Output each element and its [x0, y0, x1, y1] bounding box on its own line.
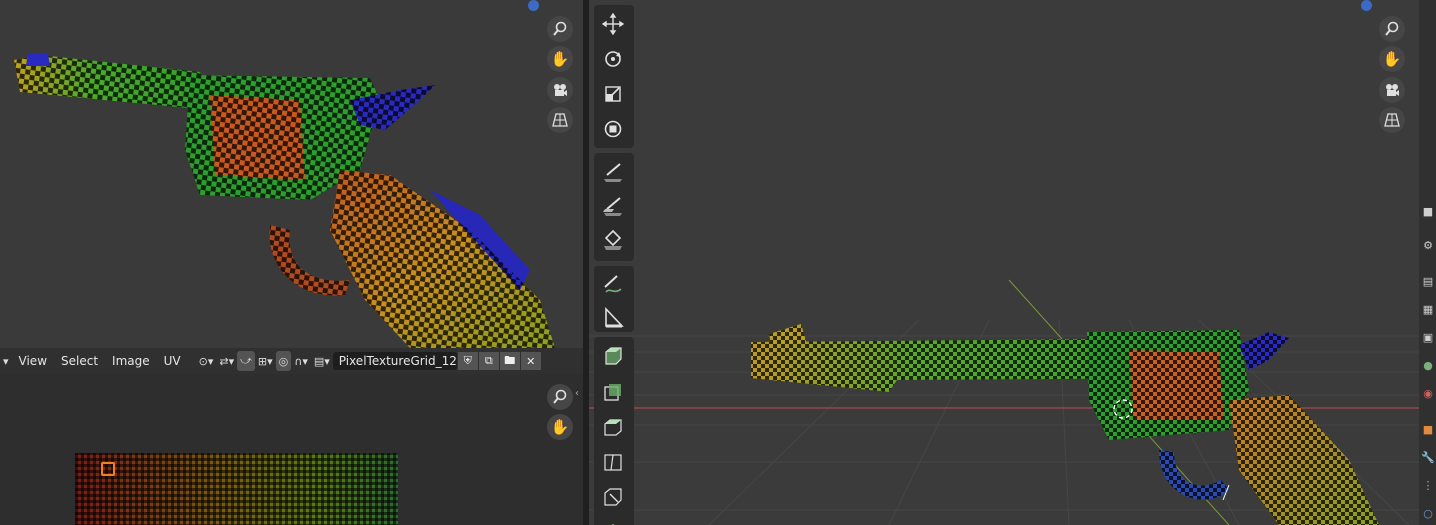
- snap-icon[interactable]: ⤻: [237, 351, 255, 371]
- pivot-point-icon[interactable]: ⊙▾: [196, 351, 217, 371]
- particles-tab-icon[interactable]: ⋮: [1421, 478, 1435, 492]
- uv-hand-icon[interactable]: ✋: [547, 414, 573, 440]
- uv-editor-header: ▾ View Select Image UV ⊙▾ ⇄▾ ⤻ ⊞▾ ◎ ∩▾ ▤…: [0, 348, 583, 374]
- physics-tab-icon[interactable]: ○: [1421, 506, 1435, 520]
- scale-tool-icon[interactable]: [594, 79, 632, 109]
- measure-tool-icon[interactable]: [594, 303, 632, 333]
- menu-view[interactable]: View: [12, 354, 54, 368]
- view-layer-tab-icon[interactable]: ▦: [1421, 302, 1435, 316]
- tool-tab-icon[interactable]: ■: [1421, 204, 1435, 218]
- loop-cut-tool-icon[interactable]: [594, 447, 632, 477]
- uv-sync-icon[interactable]: ⇄▾: [216, 351, 237, 371]
- revolver-model-left: [14, 54, 555, 348]
- scene-tab-icon[interactable]: ▣: [1421, 330, 1435, 344]
- hand-icon[interactable]: ✋: [547, 46, 573, 72]
- modifier-tab-icon[interactable]: ■: [1421, 422, 1435, 436]
- menu-uv[interactable]: UV: [157, 354, 188, 368]
- menu-select[interactable]: Select: [54, 354, 105, 368]
- grid-icon[interactable]: [547, 107, 573, 133]
- proportional-editing-icon[interactable]: ◎: [275, 351, 292, 371]
- annotate-eraser-tool-icon[interactable]: [594, 269, 632, 299]
- axis-dot-icon[interactable]: [1361, 0, 1372, 11]
- editor-type-dropdown-icon[interactable]: ▾: [0, 351, 12, 371]
- output-tab-icon[interactable]: ▤: [1421, 274, 1435, 288]
- image-browse-icon[interactable]: ▤▾: [311, 351, 333, 371]
- hand-icon[interactable]: ✋: [1379, 46, 1405, 72]
- annotate-polygon-tool-icon[interactable]: [594, 225, 632, 255]
- zoom-icon[interactable]: [1379, 16, 1405, 42]
- revolver-model-right: [751, 324, 1379, 525]
- uv-cursor-icon[interactable]: [101, 462, 115, 476]
- wrench-tab-icon[interactable]: 🔧: [1421, 450, 1435, 464]
- new-image-icon[interactable]: ⧉: [478, 352, 499, 370]
- properties-tab-strip: ■ ⚙ ▤ ▦ ▣ ● ◉ ■ 🔧 ⋮ ○: [1419, 0, 1436, 525]
- sidebar-toggle-chevron-icon[interactable]: ‹: [575, 388, 579, 399]
- add-cube-tool-icon[interactable]: [594, 341, 632, 371]
- transform-tool-icon[interactable]: [594, 114, 632, 144]
- uv-editor[interactable]: ▾ View Select Image UV ⊙▾ ⇄▾ ⤻ ⊞▾ ◎ ∩▾ ▤…: [0, 348, 583, 525]
- axis-dot-icon[interactable]: [528, 0, 539, 11]
- texture-name-field[interactable]: PixelTextureGrid_12..: [332, 352, 457, 370]
- uv-zoom-icon[interactable]: [547, 384, 573, 410]
- knife-tool-icon[interactable]: [594, 482, 632, 512]
- right-3d-viewport[interactable]: ✋ ■ ⚙ ▤ ▦ ▣ ● ◉ ■ 🔧 ⋮ ○: [589, 0, 1436, 525]
- extrude-tool-icon[interactable]: [594, 377, 632, 407]
- zoom-icon[interactable]: [547, 16, 573, 42]
- render-tab-icon[interactable]: ⚙: [1421, 238, 1435, 252]
- annotate-tool-icon[interactable]: [594, 157, 632, 187]
- object-tab-icon[interactable]: ◉: [1421, 386, 1435, 400]
- annotate-line-tool-icon[interactable]: [594, 191, 632, 221]
- world-tab-icon[interactable]: ●: [1421, 358, 1435, 372]
- poly-build-tool-icon[interactable]: [594, 515, 632, 525]
- menu-image[interactable]: Image: [105, 354, 157, 368]
- inset-tool-icon[interactable]: [594, 412, 632, 442]
- snap-target-icon[interactable]: ⊞▾: [255, 351, 276, 371]
- camera-icon[interactable]: [547, 77, 573, 103]
- open-image-folder-icon[interactable]: 🖿: [499, 352, 520, 370]
- rotate-tool-icon[interactable]: [594, 44, 632, 74]
- uv-texture-image: [75, 453, 398, 525]
- move-tool-icon[interactable]: [594, 9, 632, 39]
- fake-user-shield-icon[interactable]: ⛨: [457, 352, 478, 370]
- camera-icon[interactable]: [1379, 77, 1405, 103]
- grid-icon[interactable]: [1379, 107, 1405, 133]
- unlink-image-close-icon[interactable]: ✕: [520, 352, 541, 370]
- falloff-curve-icon[interactable]: ∩▾: [291, 351, 311, 371]
- left-3d-viewport[interactable]: ✋: [0, 0, 583, 348]
